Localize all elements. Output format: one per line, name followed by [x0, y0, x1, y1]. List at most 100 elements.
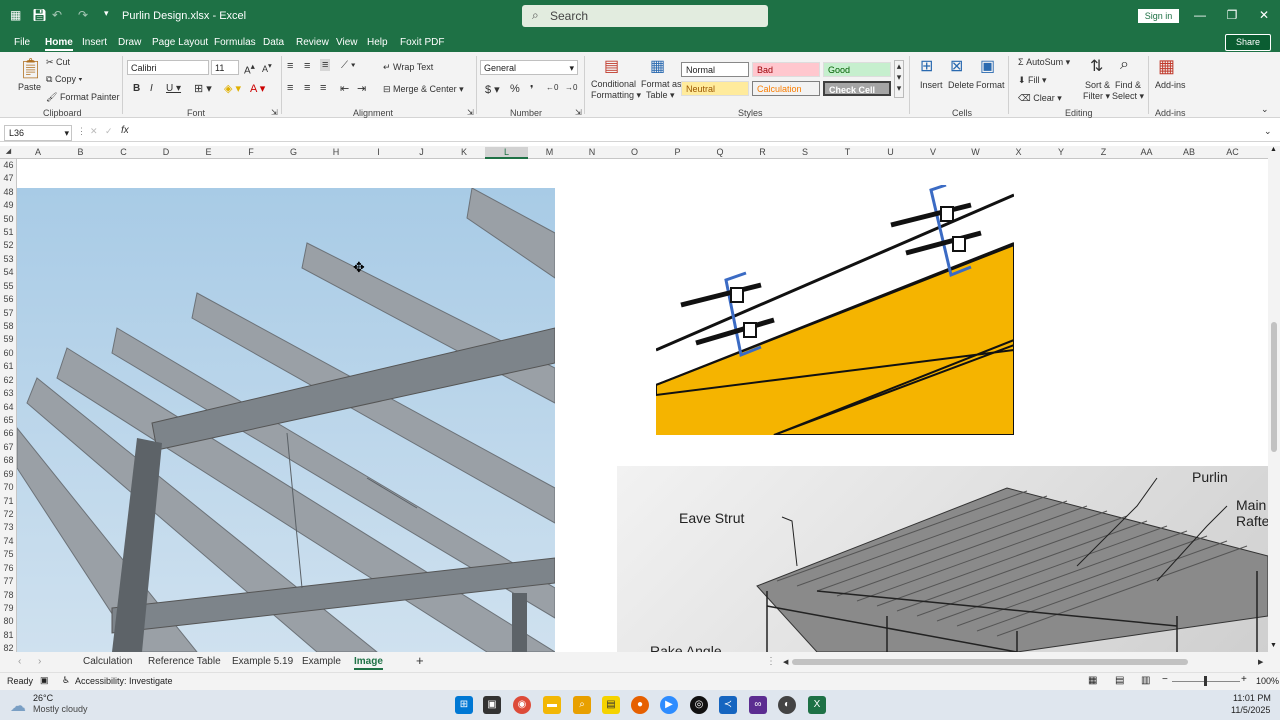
- row-header[interactable]: 48: [0, 187, 16, 197]
- style-neutral[interactable]: Neutral: [681, 81, 749, 96]
- row-header[interactable]: 73: [0, 522, 16, 532]
- tab-help[interactable]: Help: [367, 37, 388, 48]
- conditional-formatting-icon[interactable]: ▤: [604, 56, 619, 76]
- bold-button[interactable]: B: [133, 83, 140, 94]
- column-header[interactable]: W: [954, 147, 997, 157]
- decrease-indent-icon[interactable]: ⇤: [340, 82, 349, 95]
- increase-font-icon[interactable]: A▴: [244, 61, 255, 76]
- column-header[interactable]: D: [145, 147, 187, 157]
- style-good[interactable]: Good: [823, 62, 891, 77]
- page-layout-view-icon[interactable]: ▤: [1115, 675, 1124, 686]
- align-center-icon[interactable]: ≡: [304, 82, 310, 94]
- zoom-app-icon[interactable]: ▶: [660, 696, 678, 714]
- zoom-in-icon[interactable]: +: [1241, 674, 1247, 685]
- decrease-decimal-icon[interactable]: →0: [565, 83, 577, 92]
- column-header[interactable]: M: [528, 147, 571, 157]
- font-size-select[interactable]: 11: [211, 60, 239, 75]
- steel-frame-photo[interactable]: [17, 188, 555, 652]
- task-view-icon[interactable]: ▣: [483, 696, 501, 714]
- tab-page-layout[interactable]: Page Layout: [152, 37, 208, 48]
- normal-view-icon[interactable]: ▦: [1088, 675, 1097, 686]
- sign-in-button[interactable]: Sign in: [1138, 9, 1179, 23]
- cut-button[interactable]: ✂ Cut: [46, 57, 70, 68]
- alignment-dialog-icon[interactable]: ⇲: [467, 108, 474, 117]
- search-app-icon[interactable]: ⌕: [573, 696, 591, 714]
- comma-icon[interactable]: ❜: [530, 83, 534, 96]
- vertical-scrollbar[interactable]: ▲ ▼: [1268, 146, 1280, 652]
- row-header[interactable]: 53: [0, 254, 16, 264]
- select-all-corner-icon[interactable]: ◢: [0, 147, 17, 155]
- delete-cells-icon[interactable]: ⊠: [950, 56, 963, 76]
- column-header[interactable]: U: [869, 147, 912, 157]
- font-name-select[interactable]: Calibri: [127, 60, 209, 75]
- column-header[interactable]: I: [357, 147, 400, 157]
- row-header[interactable]: 49: [0, 200, 16, 210]
- find-select-label[interactable]: Select ▾: [1112, 91, 1144, 102]
- row-header[interactable]: 55: [0, 281, 16, 291]
- cancel-icon[interactable]: ✕: [90, 126, 98, 137]
- enter-icon[interactable]: ✓: [105, 126, 113, 137]
- accessibility-status[interactable]: Accessibility: Investigate: [75, 676, 173, 686]
- insert-cells-icon[interactable]: ⊞: [920, 56, 933, 76]
- paste-button[interactable]: Paste: [18, 82, 41, 92]
- addins-button[interactable]: Add-ins: [1155, 80, 1186, 90]
- row-header[interactable]: 77: [0, 576, 16, 586]
- add-sheet-icon[interactable]: +: [416, 653, 424, 668]
- delete-cells-button[interactable]: Delete: [948, 80, 974, 90]
- excel-taskbar-icon[interactable]: X: [808, 696, 826, 714]
- row-header[interactable]: 52: [0, 240, 16, 250]
- row-header[interactable]: 63: [0, 388, 16, 398]
- page-break-view-icon[interactable]: ▥: [1141, 675, 1150, 686]
- borders-icon[interactable]: ⊞ ▾: [194, 82, 212, 95]
- addins-icon[interactable]: ▦: [1158, 56, 1175, 77]
- column-header[interactable]: X: [997, 147, 1040, 157]
- worksheet-grid[interactable]: ✥ Purlin Main Rafte Eave Strut Rake Angl…: [17, 159, 1268, 652]
- close-icon[interactable]: ✕: [1254, 8, 1274, 22]
- row-header[interactable]: 56: [0, 294, 16, 304]
- clock-time[interactable]: 11:01 PM: [1233, 693, 1271, 703]
- sort-filter-label[interactable]: Filter ▾: [1083, 91, 1110, 102]
- align-top-icon[interactable]: ≡: [287, 60, 293, 72]
- styles-more-icon[interactable]: ▴ ▾ ▾: [894, 60, 904, 98]
- format-cells-icon[interactable]: ▣: [980, 56, 995, 76]
- style-check-cell[interactable]: Check Cell: [823, 81, 891, 96]
- percent-icon[interactable]: %: [510, 83, 520, 95]
- align-right-icon[interactable]: ≡: [320, 82, 326, 94]
- chrome-icon[interactable]: ◉: [513, 696, 531, 714]
- row-header[interactable]: 80: [0, 616, 16, 626]
- merge-center-button[interactable]: ⊟ Merge & Center ▾: [383, 84, 464, 95]
- undo-icon[interactable]: ↶: [52, 8, 62, 22]
- share-button[interactable]: Share: [1225, 34, 1271, 51]
- row-header[interactable]: 46: [0, 160, 16, 170]
- align-left-icon[interactable]: ≡: [287, 82, 293, 94]
- row-header[interactable]: 61: [0, 361, 16, 371]
- italic-button[interactable]: I: [150, 83, 153, 94]
- weather-icon[interactable]: ☁: [10, 696, 26, 716]
- tab-data[interactable]: Data: [263, 37, 284, 48]
- row-header[interactable]: 65: [0, 415, 16, 425]
- scroll-left-icon[interactable]: ◀: [783, 658, 788, 666]
- column-header[interactable]: G: [272, 147, 315, 157]
- zoom-level[interactable]: 100%: [1256, 676, 1279, 686]
- insert-function-icon[interactable]: fx: [121, 125, 129, 136]
- format-cells-button[interactable]: Format: [976, 80, 1005, 90]
- increase-decimal-icon[interactable]: ←0: [546, 83, 558, 92]
- sort-filter-button[interactable]: Sort &: [1085, 80, 1110, 90]
- column-header[interactable]: AB: [1168, 147, 1210, 157]
- format-as-table-button[interactable]: Format as: [641, 79, 682, 89]
- column-header[interactable]: B: [59, 147, 102, 157]
- macro-icon[interactable]: ▣: [40, 675, 49, 686]
- column-header[interactable]: Q: [699, 147, 741, 157]
- wrap-text-button[interactable]: ↵ Wrap Text: [383, 62, 433, 73]
- column-header[interactable]: E: [187, 147, 230, 157]
- autosum-button[interactable]: Σ AutoSum ▾: [1018, 57, 1070, 68]
- vscode-icon[interactable]: ≺: [719, 696, 737, 714]
- row-header[interactable]: 82: [0, 643, 16, 652]
- row-header[interactable]: 58: [0, 321, 16, 331]
- row-header[interactable]: 57: [0, 308, 16, 318]
- number-format-select[interactable]: General ▾: [480, 60, 578, 75]
- sheet-tab-example-5-19[interactable]: Example 5.19: [232, 656, 293, 667]
- sort-filter-icon[interactable]: ⇅: [1090, 56, 1103, 76]
- column-header[interactable]: N: [571, 147, 613, 157]
- decrease-font-icon[interactable]: A▾: [262, 61, 272, 74]
